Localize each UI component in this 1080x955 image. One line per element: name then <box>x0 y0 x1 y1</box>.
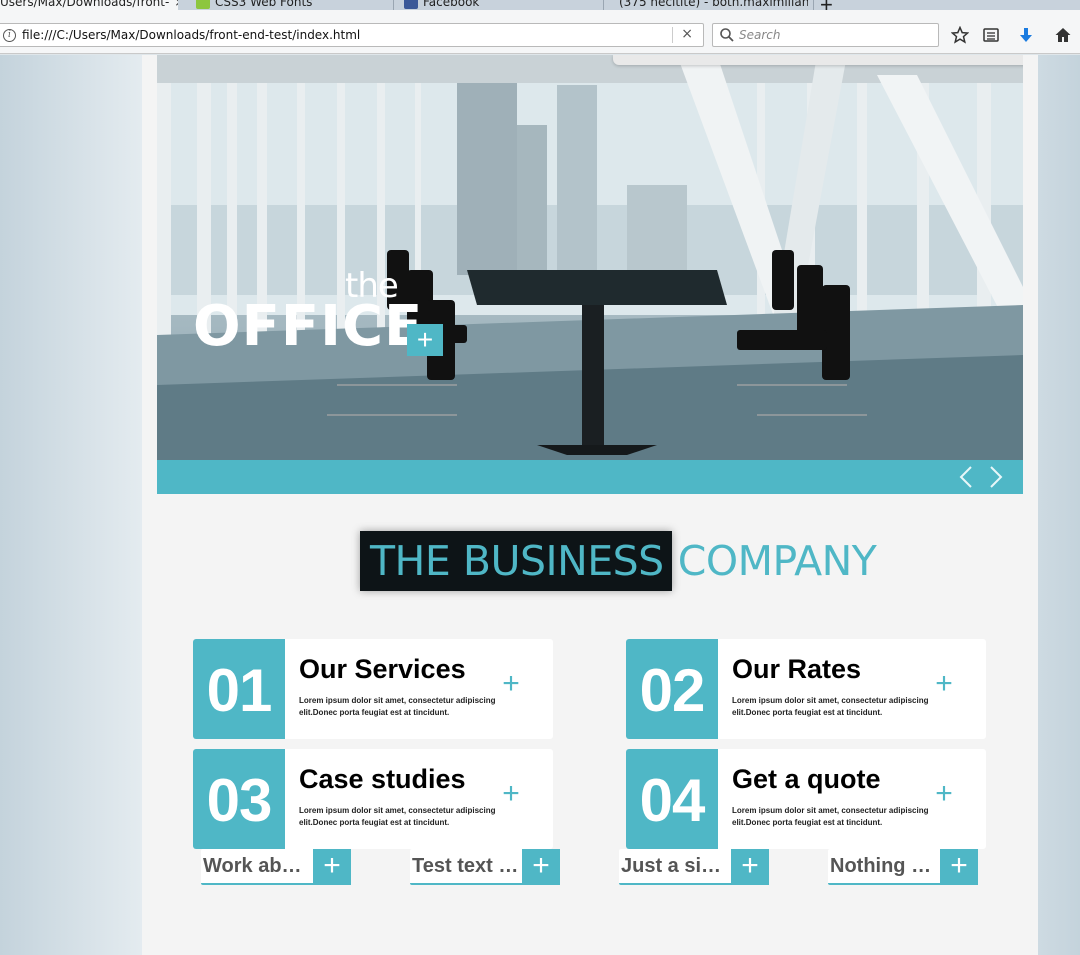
page-headline: THE BUSINESS COMPANY <box>360 531 877 591</box>
tab-label: (375 necitite) - both.maximilian <box>619 0 808 9</box>
mini-plus-icon[interactable]: + <box>731 849 769 885</box>
tab-separator <box>393 0 394 10</box>
card-description: Lorem ipsum dolor sit amet, consectetur … <box>732 806 929 827</box>
search-placeholder: Search <box>739 28 781 42</box>
card-number: 04 <box>626 749 718 849</box>
card-plus-icon[interactable]: + <box>499 779 523 809</box>
headline-light-text: COMPANY <box>677 537 877 585</box>
tab-front-end-test[interactable]: Users/Max/Downloads/front- × <box>0 0 178 10</box>
url-text: file:///C:/Users/Max/Downloads/front-end… <box>22 28 361 42</box>
slider-prev-icon[interactable] <box>955 464 979 490</box>
office-photo <box>157 55 1023 460</box>
logo-plus-icon: + <box>407 324 443 356</box>
new-tab-button[interactable]: + <box>820 0 833 10</box>
mini-plus-icon[interactable]: + <box>522 849 560 885</box>
card-title: Get a quote <box>732 764 881 794</box>
mini-button-2[interactable]: Test text … + <box>410 849 560 885</box>
card-number: 03 <box>193 749 285 849</box>
card-description: Lorem ipsum dolor sit amet, consectetur … <box>299 806 496 827</box>
card-description: Lorem ipsum dolor sit amet, consectetur … <box>732 696 929 717</box>
page-viewport: the OFFICE + THE BUSINESS COMPANY 01 Our… <box>0 55 1080 955</box>
service-card-03[interactable]: 03 Case studies Lorem ipsum dolor sit am… <box>193 749 553 849</box>
tab-separator <box>603 0 604 10</box>
tab-separator <box>813 0 814 10</box>
tab-strip: Users/Max/Downloads/front- × CSS3 Web Fo… <box>0 0 1080 10</box>
mini-button-1[interactable]: Work ab… + <box>201 849 351 885</box>
home-icon[interactable] <box>1053 25 1073 45</box>
tab-label: Facebook <box>423 0 480 9</box>
mini-button-label: Just a si… <box>621 855 722 877</box>
mini-button-label: Work ab… <box>203 855 302 877</box>
hero-dropdown-panel <box>613 55 1023 65</box>
search-box[interactable]: Search <box>712 23 939 47</box>
headline-dark-text: THE BUSINESS <box>360 531 672 591</box>
site-info-icon[interactable]: i <box>3 28 16 42</box>
mini-button-3[interactable]: Just a si… + <box>619 849 769 885</box>
card-number: 01 <box>193 639 285 739</box>
tab-close-icon[interactable]: × <box>174 0 178 9</box>
reading-list-icon[interactable] <box>981 25 1001 45</box>
card-plus-icon[interactable]: + <box>499 669 523 699</box>
tab-css3-web-fonts[interactable]: CSS3 Web Fonts <box>190 0 390 10</box>
card-title: Our Rates <box>732 654 862 684</box>
card-title: Our Services <box>299 654 466 684</box>
service-card-02[interactable]: 02 Our Rates Lorem ipsum dolor sit amet,… <box>626 639 986 739</box>
tab-label: CSS3 Web Fonts <box>215 0 313 9</box>
clear-url-icon[interactable]: × <box>681 26 693 42</box>
logo-office-text: OFFICE <box>193 294 424 359</box>
service-card-01[interactable]: 01 Our Services Lorem ipsum dolor sit am… <box>193 639 553 739</box>
mini-button-label: Test text … <box>412 855 519 877</box>
address-bar[interactable]: i file:///C:/Users/Max/Downloads/front-e… <box>0 23 704 47</box>
slider-next-icon[interactable] <box>983 464 1007 490</box>
url-divider <box>672 27 673 43</box>
tab-label: Users/Max/Downloads/front- <box>0 0 170 9</box>
card-plus-icon[interactable]: + <box>932 779 956 809</box>
bookmark-star-icon[interactable] <box>950 25 970 45</box>
slider-controls <box>157 460 1023 494</box>
card-description: Lorem ipsum dolor sit amet, consectetur … <box>299 696 496 717</box>
card-plus-icon[interactable]: + <box>932 669 956 699</box>
navigation-toolbar: i file:///C:/Users/Max/Downloads/front-e… <box>0 10 1080 54</box>
w3schools-icon <box>196 0 210 9</box>
mini-plus-icon[interactable]: + <box>940 849 978 885</box>
download-icon[interactable] <box>1016 25 1036 45</box>
mini-button-4[interactable]: Nothing … + <box>828 849 978 885</box>
hero-image: the OFFICE + <box>157 55 1023 460</box>
tab-facebook[interactable]: Facebook <box>398 0 598 10</box>
facebook-icon <box>404 0 418 9</box>
card-title: Case studies <box>299 764 466 794</box>
page-container: the OFFICE + THE BUSINESS COMPANY 01 Our… <box>142 55 1038 955</box>
tab-yahoo-mail[interactable]: (375 necitite) - both.maximilian <box>608 0 808 10</box>
service-card-04[interactable]: 04 Get a quote Lorem ipsum dolor sit ame… <box>626 749 986 849</box>
search-icon <box>720 28 734 42</box>
card-number: 02 <box>626 639 718 739</box>
mini-button-label: Nothing … <box>830 855 932 877</box>
mini-plus-icon[interactable]: + <box>313 849 351 885</box>
